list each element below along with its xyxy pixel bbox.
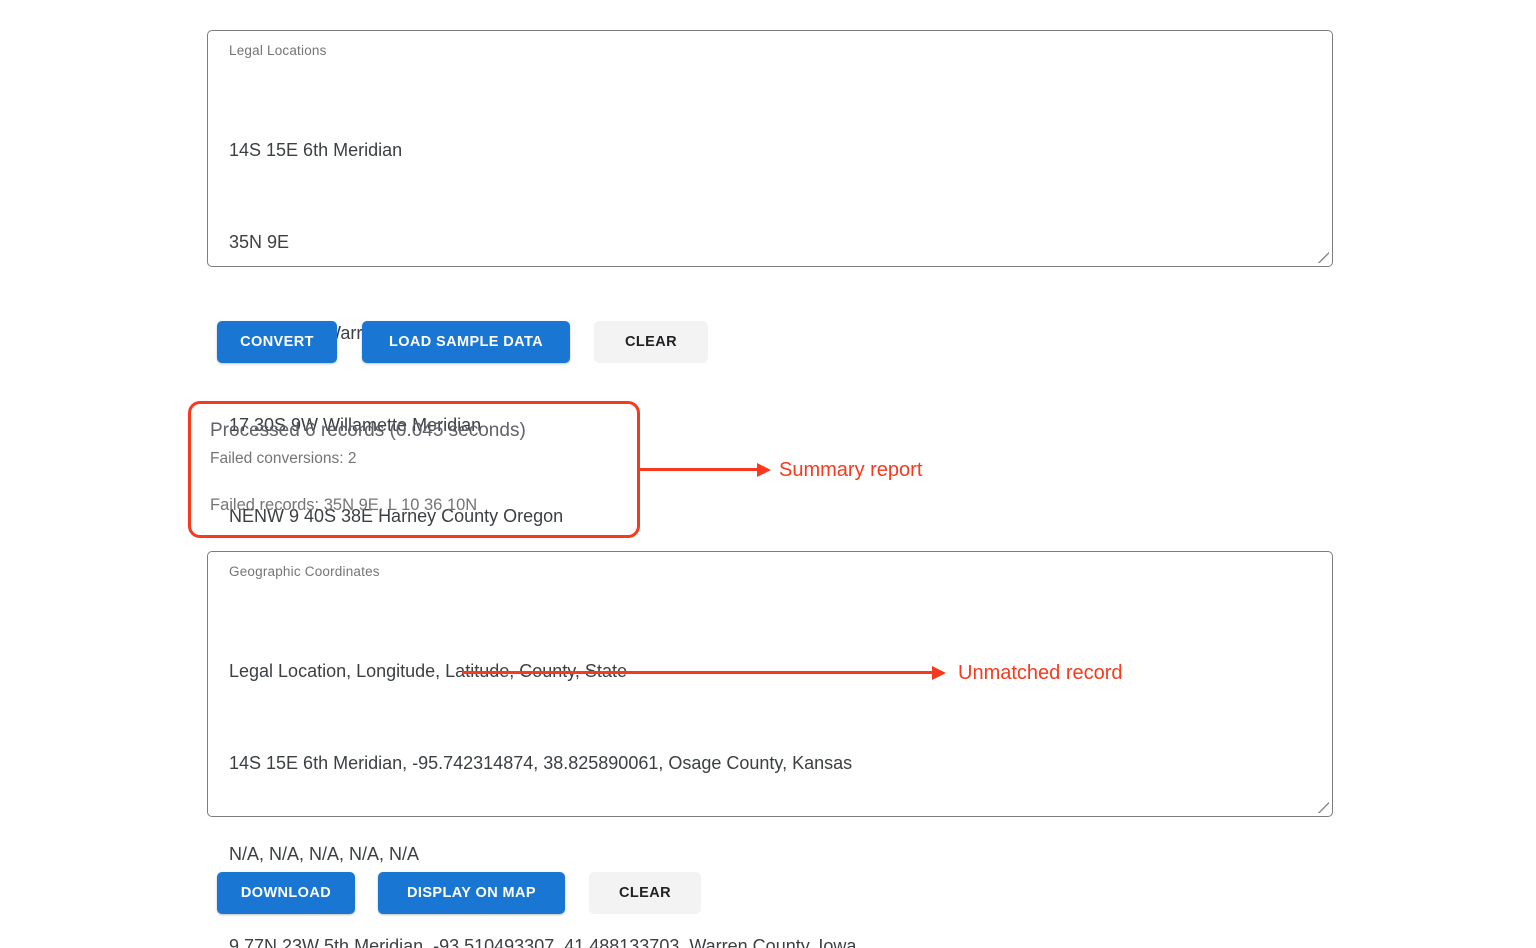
summary-failed-conversions-text: Failed conversions: 2 xyxy=(210,447,637,471)
display-on-map-button[interactable]: DISPLAY ON MAP xyxy=(378,872,565,914)
summary-processed-text: Processed 6 records (0.045 seconds) xyxy=(210,418,637,444)
load-sample-data-button[interactable]: LOAD SAMPLE DATA xyxy=(362,321,570,363)
clear-output-button[interactable]: CLEAR xyxy=(589,872,701,914)
summary-annotation-arrow xyxy=(640,468,758,471)
output-line: 14S 15E 6th Meridian, -95.742314874, 38.… xyxy=(229,748,1332,779)
output-line-unmatched: N/A, N/A, N/A, N/A, N/A xyxy=(229,839,1332,870)
output-line: 9 77N 23W 5th Meridian, -93.510493307, 4… xyxy=(229,931,1332,948)
summary-annotation-label: Summary report xyxy=(779,458,922,482)
geographic-coordinates-textarea[interactable]: Geographic Coordinates Legal Location, L… xyxy=(207,551,1333,817)
convert-button[interactable]: CONVERT xyxy=(217,321,337,363)
summary-report-highlight: Processed 6 records (0.045 seconds) Fail… xyxy=(188,401,640,538)
legal-locations-textarea[interactable]: Legal Locations 14S 15E 6th Meridian 35N… xyxy=(207,30,1333,267)
summary-failed-records-text: Failed records: 35N 9E, L 10 36 10N xyxy=(210,493,637,517)
unmatched-annotation-label: Unmatched record xyxy=(958,661,1123,685)
legal-locations-label: Legal Locations xyxy=(229,43,1332,58)
input-line: 35N 9E xyxy=(229,227,1332,258)
geographic-coordinates-label: Geographic Coordinates xyxy=(229,564,1332,579)
unmatched-annotation-arrowhead-icon xyxy=(932,666,946,680)
unmatched-annotation-arrow xyxy=(462,671,934,674)
page: Legal Locations 14S 15E 6th Meridian 35N… xyxy=(0,0,1536,948)
input-line: 14S 15E 6th Meridian xyxy=(229,135,1332,166)
summary-annotation-arrowhead-icon xyxy=(757,463,771,477)
clear-input-button[interactable]: CLEAR xyxy=(594,321,708,363)
download-button[interactable]: DOWNLOAD xyxy=(217,872,355,914)
